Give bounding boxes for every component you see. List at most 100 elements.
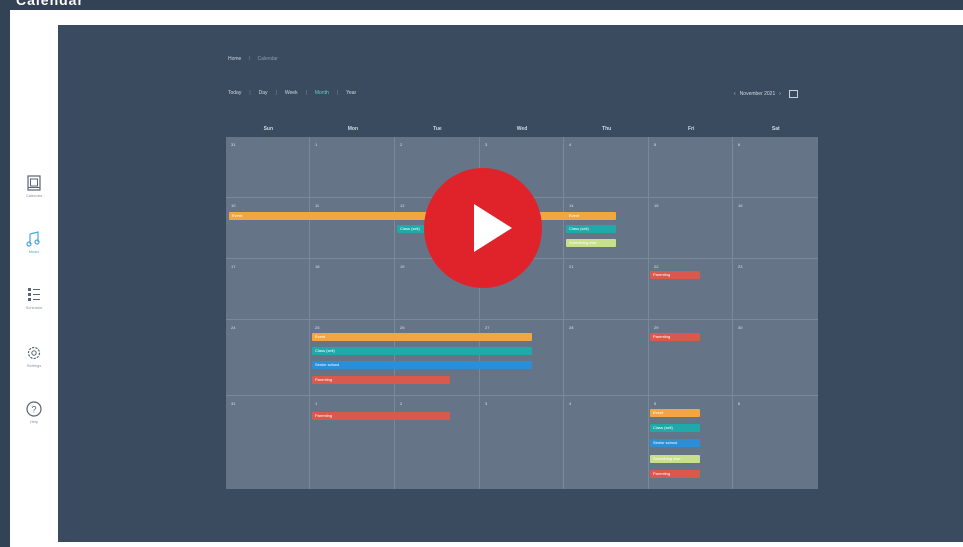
calendar-event[interactable]: Event: [650, 409, 700, 417]
day-number: 3: [485, 142, 488, 147]
day-cell[interactable]: 31: [226, 137, 310, 198]
day-number: 3: [485, 401, 488, 406]
day-cell[interactable]: 28: [564, 320, 649, 396]
view-month[interactable]: Month: [315, 90, 329, 96]
calendar-event[interactable]: Class (sell): [312, 347, 532, 355]
day-cell[interactable]: 27: [480, 320, 564, 396]
weekday-label: Wed: [516, 126, 528, 132]
breadcrumb-separator: /: [248, 56, 251, 62]
day-cell[interactable]: 29: [649, 320, 733, 396]
day-cell[interactable]: 4: [564, 396, 649, 489]
view-day[interactable]: Day: [259, 90, 268, 96]
calendar-event[interactable]: Senior school: [312, 361, 532, 369]
calendar-event[interactable]: Class (sell): [650, 424, 700, 432]
weekday-label: Sun: [263, 126, 274, 132]
day-cell[interactable]: 6: [733, 396, 818, 489]
calendar-event[interactable]: Class (sell): [566, 225, 616, 233]
day-cell[interactable]: 11: [310, 198, 395, 259]
help-icon: ?: [26, 400, 42, 417]
day-cell[interactable]: 17: [226, 259, 310, 320]
weekday-label: Tue: [433, 126, 442, 132]
day-number: 14: [569, 203, 574, 208]
calendar-event[interactable]: Parenting: [312, 412, 450, 420]
view-week[interactable]: Week: [285, 90, 298, 96]
day-number: 1: [315, 401, 318, 406]
calendar-event[interactable]: Something else: [566, 239, 616, 247]
calendar-event[interactable]: Event: [566, 212, 616, 220]
sidebar-item-label: Help: [29, 418, 39, 424]
weekday-label: Fri: [687, 126, 695, 132]
breadcrumb-home[interactable]: Home: [228, 56, 241, 62]
day-number: 31: [231, 142, 236, 147]
day-cell[interactable]: 2: [395, 396, 480, 489]
day-number: 12: [400, 203, 405, 208]
day-cell[interactable]: 6: [733, 137, 818, 198]
day-cell[interactable]: 23: [733, 259, 818, 320]
calendar-icon: [27, 174, 41, 191]
calendar-event[interactable]: Parenting: [650, 333, 700, 341]
view-switcher: Today | Day | Week | Month | Year: [228, 90, 356, 96]
day-number: 6: [738, 401, 741, 406]
day-cell[interactable]: 4: [564, 137, 649, 198]
sidebar-item-label: Calendar: [25, 192, 43, 198]
calendar-event[interactable]: Event: [312, 333, 532, 341]
day-number: 4: [569, 142, 572, 147]
view-year[interactable]: Year: [346, 90, 356, 96]
calendar-event[interactable]: Parenting: [650, 470, 700, 478]
period-label: November 2021: [739, 91, 776, 97]
day-cell[interactable]: 25: [310, 320, 395, 396]
view-separator: |: [249, 90, 251, 96]
music-icon: [26, 230, 40, 247]
day-number: 19: [400, 264, 405, 269]
day-number: 18: [315, 264, 320, 269]
day-cell[interactable]: 1: [310, 137, 395, 198]
day-number: 23: [738, 264, 743, 269]
view-separator: |: [305, 90, 307, 96]
calendar-event[interactable]: Something else: [650, 455, 700, 463]
sidebar-item-music[interactable]: Music: [10, 218, 58, 266]
day-cell[interactable]: 26: [395, 320, 480, 396]
play-button[interactable]: [424, 168, 542, 288]
day-number: 28: [569, 325, 574, 330]
day-number: 30: [738, 325, 743, 330]
view-today[interactable]: Today: [228, 90, 241, 96]
calendar-event[interactable]: Event: [229, 212, 615, 220]
day-cell[interactable]: 18: [310, 259, 395, 320]
day-cell[interactable]: 22: [649, 259, 733, 320]
calendar-event[interactable]: Senior school: [650, 439, 700, 447]
play-icon: [474, 204, 512, 252]
calendar-event[interactable]: Parenting: [650, 271, 700, 279]
weekday-label: Mon: [347, 126, 358, 132]
sidebar: Calendar Music Schedule Settings ? Help: [10, 10, 58, 547]
sidebar-item-settings[interactable]: Settings: [10, 332, 58, 380]
breadcrumb-current: Calendar: [257, 56, 278, 62]
day-cell[interactable]: 1: [310, 396, 395, 489]
day-cell[interactable]: 5: [649, 137, 733, 198]
calendar-picker-icon[interactable]: [788, 90, 798, 98]
sidebar-item-schedule[interactable]: Schedule: [10, 274, 58, 322]
day-cell[interactable]: 3: [480, 396, 564, 489]
day-cell[interactable]: 21: [564, 259, 649, 320]
day-number: 22: [654, 264, 659, 269]
day-number: 25: [315, 325, 320, 330]
day-cell[interactable]: 30: [733, 320, 818, 396]
view-separator: |: [336, 90, 339, 96]
day-number: 21: [569, 264, 574, 269]
prev-month-button[interactable]: ‹: [734, 91, 736, 97]
calendar-event[interactable]: Parenting: [312, 376, 450, 384]
day-number: 31: [231, 401, 236, 406]
sidebar-item-label: Music: [28, 248, 40, 254]
sidebar-item-help[interactable]: ? Help: [10, 388, 58, 436]
day-number: 4: [569, 401, 572, 406]
day-cell[interactable]: 31: [226, 396, 310, 489]
day-number: 16: [738, 203, 743, 208]
day-cell[interactable]: 15: [649, 198, 733, 259]
day-cell[interactable]: 24: [226, 320, 310, 396]
gear-icon: [27, 346, 41, 359]
next-month-button[interactable]: ›: [779, 91, 781, 97]
day-cell[interactable]: 16: [733, 198, 818, 259]
main-panel: Home / Calendar Today | Day | Week | Mon…: [58, 25, 963, 542]
day-cell[interactable]: 10: [226, 198, 310, 259]
sidebar-item-calendar[interactable]: Calendar: [10, 162, 58, 210]
day-number: 15: [654, 203, 659, 208]
